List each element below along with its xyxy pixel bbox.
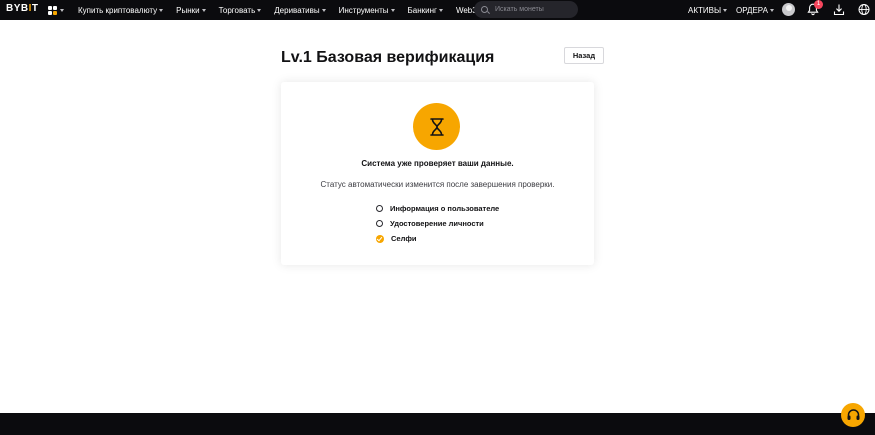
- nav-item-buy-crypto[interactable]: Купить криптовалюту: [78, 6, 164, 15]
- nav-item-derivatives[interactable]: Деривативы: [274, 6, 326, 15]
- chevron-down-icon: [438, 8, 443, 12]
- chevron-down-icon: [723, 8, 728, 12]
- download-icon[interactable]: [833, 3, 845, 16]
- notification-badge: 1: [814, 0, 823, 9]
- search-icon: [481, 6, 488, 13]
- chevron-down-icon: [321, 8, 326, 12]
- chevron-down-icon: [201, 8, 206, 12]
- chevron-down-icon: [257, 8, 262, 12]
- check-circle-icon: [376, 234, 384, 243]
- page-footer: [0, 413, 875, 435]
- nav-item-markets[interactable]: Рынки: [176, 6, 206, 15]
- verification-steps: Информация о пользователе Удостоверение …: [376, 201, 499, 246]
- globe-icon[interactable]: [858, 3, 870, 16]
- headset-icon[interactable]: [841, 403, 865, 427]
- chevron-down-icon: [769, 8, 774, 12]
- step-user-info: Информация о пользователе: [376, 201, 499, 216]
- nav-item-banking[interactable]: Банкинг: [408, 6, 443, 15]
- nav-item-tools[interactable]: Инструменты: [339, 6, 395, 15]
- apps-grid-icon[interactable]: [48, 4, 66, 16]
- hourglass-icon: [413, 103, 460, 150]
- main-nav: Купить криптовалюту Рынки Торговать Дери…: [78, 0, 496, 20]
- chevron-down-icon: [390, 8, 395, 12]
- back-button[interactable]: Назад: [564, 47, 604, 64]
- top-navbar: BYBIT Купить криптовалюту Рынки Торговат…: [0, 0, 875, 20]
- coin-search[interactable]: [474, 1, 578, 18]
- page-title: Lv.1 Базовая верификация: [281, 49, 495, 66]
- orders-menu[interactable]: ОРДЕРА: [736, 0, 774, 20]
- search-input[interactable]: [495, 6, 565, 13]
- nav-item-trade[interactable]: Торговать: [219, 6, 262, 15]
- assets-menu[interactable]: АКТИВЫ: [688, 0, 728, 20]
- step-identity-document: Удостоверение личности: [376, 216, 499, 231]
- avatar[interactable]: [782, 3, 795, 16]
- bybit-logo[interactable]: BYBIT: [6, 3, 39, 14]
- step-label: Информация о пользователе: [390, 204, 500, 213]
- pending-circle-icon: [376, 220, 383, 227]
- step-selfie: Селфи: [376, 231, 499, 246]
- status-description: Статус автоматически изменится после зав…: [320, 180, 555, 189]
- step-label: Удостоверение личности: [390, 219, 484, 228]
- pending-circle-icon: [376, 205, 383, 212]
- chevron-down-icon: [159, 8, 164, 12]
- step-label: Селфи: [391, 234, 417, 243]
- status-headline: Система уже проверяет ваши данные.: [361, 159, 514, 168]
